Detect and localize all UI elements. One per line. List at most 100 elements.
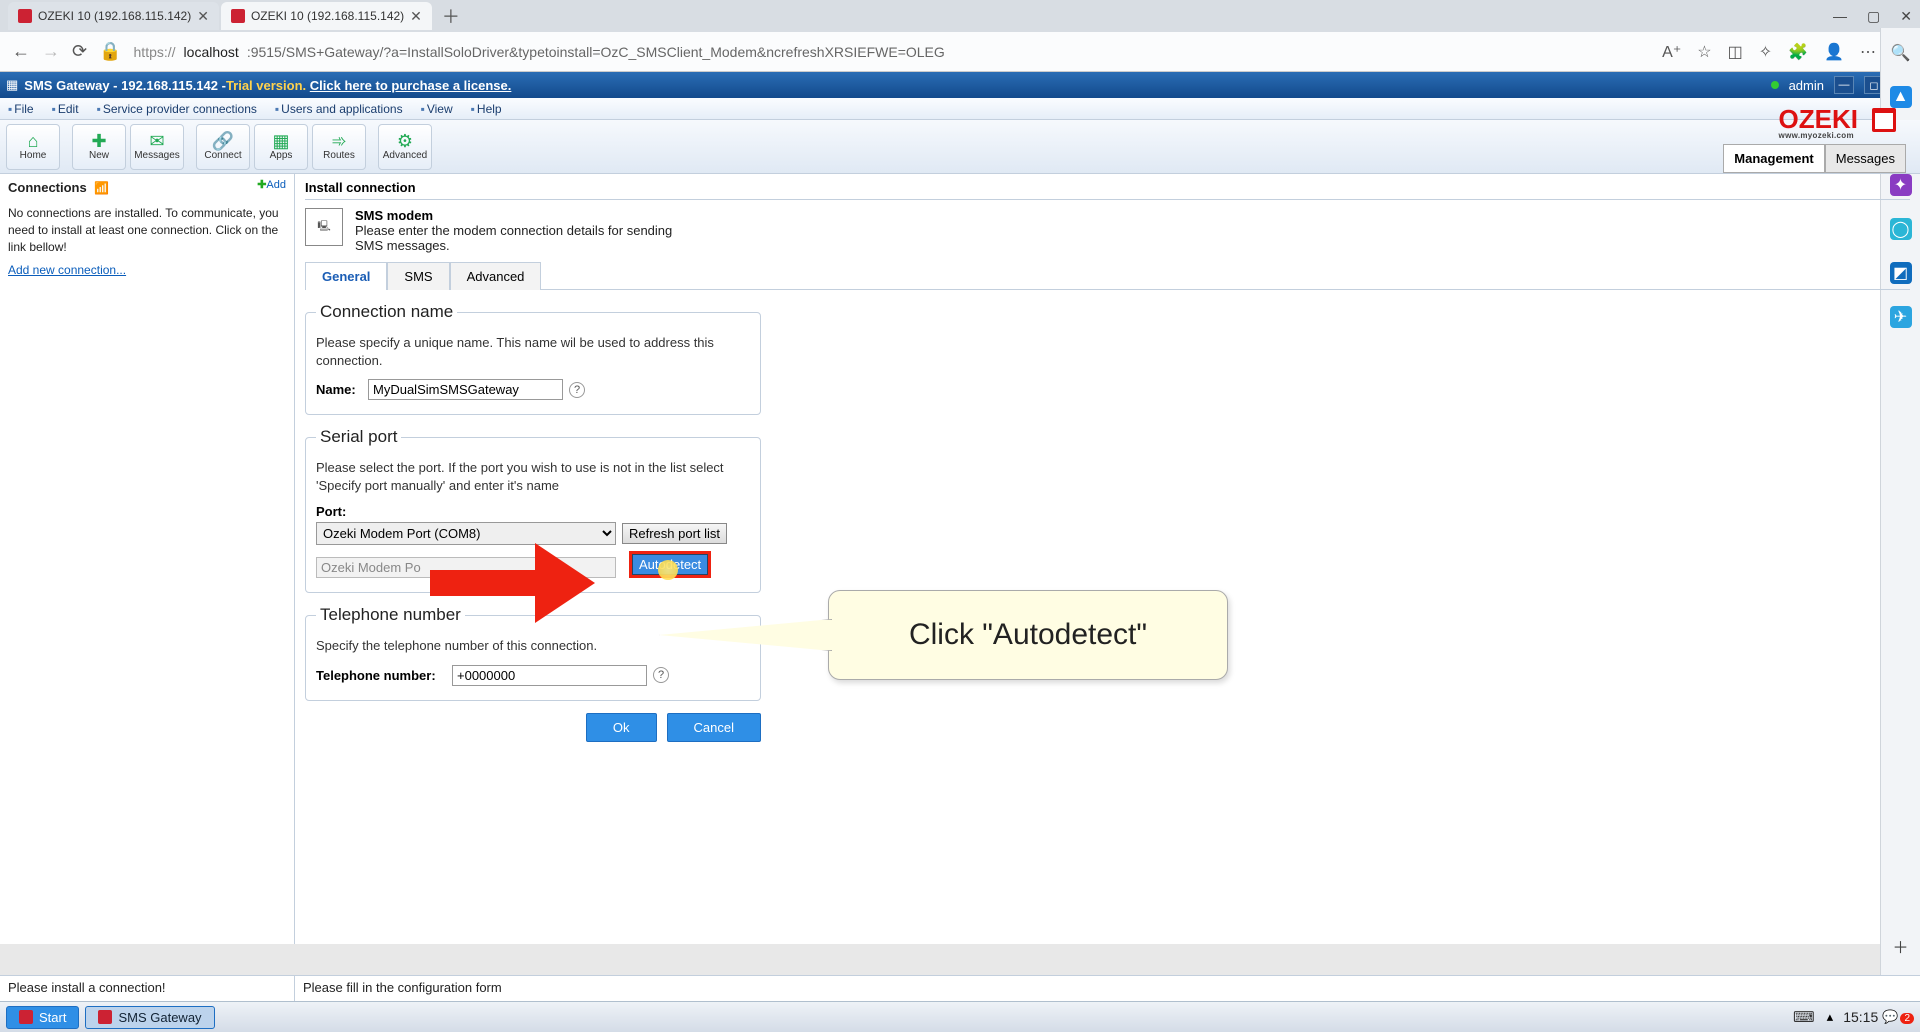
clock: 15:15 — [1843, 1009, 1878, 1025]
help-icon[interactable]: ? — [653, 667, 669, 683]
tab-advanced[interactable]: Advanced — [450, 262, 542, 290]
favicon-icon — [18, 9, 32, 23]
tab-title: OZEKI 10 (192.168.115.142) — [251, 9, 404, 23]
forward-icon[interactable]: → — [42, 41, 60, 62]
favicon-icon — [231, 9, 245, 23]
read-aloud-icon[interactable]: A⁺ — [1662, 42, 1681, 62]
telephone-input[interactable] — [452, 665, 647, 686]
home-button[interactable]: ⌂Home — [6, 124, 60, 170]
annotation-callout: Click "Autodetect" — [828, 590, 1228, 680]
connections-header: Connections — [8, 180, 87, 195]
connection-name-fieldset: Connection name Please specify a unique … — [305, 302, 761, 415]
status-dot-icon — [1771, 81, 1779, 89]
ok-button[interactable]: Ok — [586, 713, 657, 742]
bell-icon[interactable]: ▲ — [1890, 86, 1912, 108]
messages-button[interactable]: ✉Messages — [130, 124, 184, 170]
favorite-icon[interactable]: ☆ — [1697, 42, 1711, 62]
back-icon[interactable]: ← — [12, 41, 30, 62]
browser-tab-2[interactable]: OZEKI 10 (192.168.115.142) ✕ — [221, 2, 432, 30]
maximize-icon[interactable]: ▢ — [1867, 8, 1880, 25]
menu-edit[interactable]: ▪Edit — [52, 102, 79, 116]
port-disabled-field: Ozeki Modem Po — [316, 557, 616, 578]
minimize-button[interactable]: — — [1834, 76, 1854, 94]
hint: Please specify a unique name. This name … — [316, 334, 750, 369]
taskbar-app-button[interactable]: SMS Gateway — [85, 1006, 214, 1029]
minimize-icon[interactable]: — — [1833, 8, 1847, 25]
new-button[interactable]: ✚New — [72, 124, 126, 170]
menu-bar: ▪File ▪Edit ▪Service provider connection… — [0, 98, 1920, 120]
extensions-icon[interactable]: 🧩 — [1788, 42, 1808, 62]
legend: Telephone number — [316, 605, 465, 625]
apps-button[interactable]: ▦Apps — [254, 124, 308, 170]
ozeki-logo: OZEKIwww.myozeki.com — [1779, 104, 1866, 140]
menu-icon[interactable]: ⋯ — [1860, 42, 1876, 62]
serial-port-fieldset: Serial port Please select the port. If t… — [305, 427, 761, 593]
cancel-button[interactable]: Cancel — [667, 713, 761, 742]
grid-icon[interactable]: ▦ — [6, 77, 18, 93]
close-icon[interactable]: ✕ — [410, 8, 422, 25]
url-path: :9515/SMS+Gateway/?a=InstallSoloDriver&t… — [247, 44, 945, 60]
keyboard-icon[interactable]: ⌨ — [1793, 1008, 1815, 1026]
menu-users[interactable]: ▪Users and applications — [275, 102, 403, 116]
refresh-port-list-button[interactable]: Refresh port list — [622, 523, 727, 544]
menu-help[interactable]: ▪Help — [471, 102, 502, 116]
telephone-fieldset: Telephone number Specify the telephone n… — [305, 605, 761, 701]
legend: Connection name — [316, 302, 457, 322]
page-title: Install connection — [305, 180, 1910, 200]
tab-management[interactable]: Management — [1723, 144, 1824, 173]
collections-icon[interactable]: ✧ — [1759, 42, 1772, 62]
name-label: Name: — [316, 382, 362, 397]
legend: Serial port — [316, 427, 401, 447]
tray-expand-icon[interactable]: ▴ — [1827, 1009, 1834, 1025]
tab-general[interactable]: General — [305, 262, 387, 290]
connect-button[interactable]: 🔗Connect — [196, 124, 250, 170]
start-button[interactable]: Start — [6, 1006, 79, 1029]
advanced-button[interactable]: ⚙Advanced — [378, 124, 432, 170]
help-icon[interactable]: ? — [569, 382, 585, 398]
tab-title: OZEKI 10 (192.168.115.142) — [38, 9, 191, 23]
status-right: Please fill in the configuration form — [295, 976, 510, 1001]
user-label[interactable]: admin — [1789, 78, 1824, 93]
add-connection-link[interactable]: Add new connection... — [8, 263, 126, 277]
refresh-icon[interactable]: ⟳ — [72, 41, 87, 62]
account-icon[interactable]: 👤 — [1824, 42, 1844, 62]
start-icon — [19, 1010, 33, 1024]
app-title: SMS Gateway - 192.168.115.142 - — [24, 78, 226, 93]
envelope-icon: ✉ — [149, 132, 164, 150]
hint: Specify the telephone number of this con… — [316, 637, 750, 655]
connections-empty-text: No connections are installed. To communi… — [8, 205, 286, 255]
link-icon: 🔗 — [212, 132, 234, 150]
address-bar[interactable]: https:// localhost :9515/SMS+Gateway/?a=In… — [134, 44, 1651, 60]
new-tab-button[interactable]: ＋ — [442, 3, 460, 29]
modem-desc: Please enter the modem connection detail… — [355, 223, 675, 253]
home-icon: ⌂ — [28, 132, 39, 150]
port-select[interactable]: Ozeki Modem Port (COM8) — [316, 522, 616, 545]
close-icon[interactable]: ✕ — [197, 8, 209, 25]
tab-messages[interactable]: Messages — [1825, 144, 1906, 173]
url-host: localhost — [184, 44, 239, 60]
tab-sms[interactable]: SMS — [387, 262, 449, 290]
notification-icon[interactable]: 💬2 — [1882, 1009, 1914, 1025]
menu-view[interactable]: ▪View — [421, 102, 453, 116]
cursor-highlight-icon — [658, 560, 678, 580]
menu-file[interactable]: ▪File — [8, 102, 34, 116]
connections-icon: 📶 — [94, 181, 109, 195]
plus-icon: ✚ — [91, 132, 106, 150]
close-icon[interactable]: ✕ — [1900, 8, 1912, 25]
modem-icon: 🖳 — [305, 208, 343, 246]
split-icon[interactable]: ◫ — [1728, 42, 1743, 62]
hint: Please select the port. If the port you … — [316, 459, 750, 494]
browser-tab-1[interactable]: OZEKI 10 (192.168.115.142) ✕ — [8, 2, 219, 30]
url-scheme: https:// — [134, 44, 176, 60]
apps-icon: ▦ — [272, 132, 289, 150]
routes-icon: ➾ — [331, 132, 346, 150]
menu-spc[interactable]: ▪Service provider connections — [97, 102, 257, 116]
license-link[interactable]: Click here to purchase a license. — [310, 78, 512, 93]
lock-icon: 🔒 — [99, 41, 121, 62]
search-icon[interactable]: 🔍 — [1890, 42, 1912, 64]
routes-button[interactable]: ➾Routes — [312, 124, 366, 170]
port-label: Port: — [316, 504, 750, 519]
gear-icon: ⚙ — [397, 132, 413, 150]
add-link[interactable]: ✚Add — [257, 178, 286, 191]
name-input[interactable] — [368, 379, 563, 400]
